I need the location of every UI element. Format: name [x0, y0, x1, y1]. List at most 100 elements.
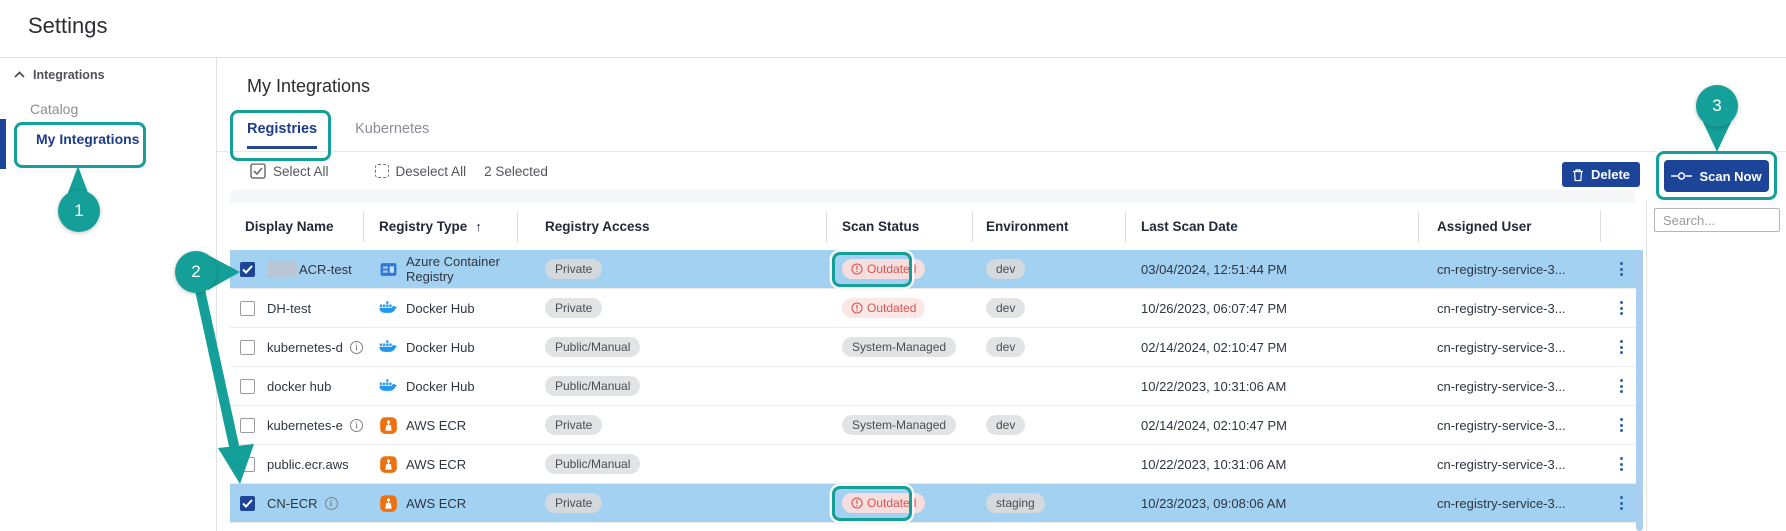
cell-environment: dev [972, 289, 1125, 327]
info-icon[interactable]: i [350, 419, 363, 432]
last-scan-date: 03/04/2024, 12:51:44 PM [1141, 262, 1287, 277]
kebab-menu-icon[interactable] [1614, 258, 1629, 280]
table-row[interactable]: ACR-testAzure Container RegistryPrivateO… [230, 250, 1643, 289]
cell-scan-status [826, 445, 972, 483]
col-header-registry-type[interactable]: Registry Type↑ [363, 203, 517, 250]
last-scan-date: 10/26/2023, 06:07:47 PM [1141, 301, 1287, 316]
cell-scan-status: Outdated [826, 289, 972, 327]
display-name: kubernetes-ecr... [267, 418, 343, 433]
chevron-up-icon [14, 71, 25, 79]
table-row[interactable]: CN-ECRiAWS ECRPrivateOutdatedstaging10/2… [230, 484, 1643, 523]
registry-type-label: AWS ECR [406, 457, 466, 472]
delete-button[interactable]: Delete [1562, 162, 1640, 187]
col-header-display-name[interactable]: Display Name [230, 203, 363, 250]
scan-now-button[interactable]: Scan Now [1664, 160, 1769, 192]
cell-assigned-user: cn-registry-service-3... [1418, 289, 1600, 327]
row-checkbox[interactable] [240, 379, 255, 394]
cell-environment: dev [972, 250, 1125, 288]
table-body: ACR-testAzure Container RegistryPrivateO… [230, 250, 1643, 523]
kebab-menu-icon[interactable] [1614, 375, 1629, 397]
col-header-assigned-user[interactable]: Assigned User [1418, 203, 1600, 250]
docker-icon [379, 338, 398, 357]
cell-registry-type: Docker Hub [363, 328, 517, 366]
delete-label: Delete [1591, 167, 1630, 182]
row-checkbox[interactable] [240, 262, 255, 277]
sidebar-active-indicator [0, 119, 6, 169]
search-input[interactable] [1654, 208, 1780, 232]
table-row[interactable]: docker hubDocker HubPublic/Manual10/22/2… [230, 367, 1643, 406]
environment-badge: dev [986, 415, 1025, 435]
deselect-all-button[interactable]: Deselect All [375, 164, 467, 179]
display-name: public.ecr.aws [267, 457, 349, 472]
scan-status-outdated-badge: Outdated [842, 298, 925, 318]
outdated-icon [851, 263, 863, 275]
tab-registries[interactable]: Registries [247, 121, 317, 149]
kebab-menu-icon[interactable] [1614, 414, 1629, 436]
deselect-all-icon [375, 164, 389, 178]
cell-scan-status: Outdated [826, 484, 972, 522]
scan-now-label: Scan Now [1699, 169, 1761, 184]
registry-type-label: Docker Hub [406, 340, 475, 355]
row-checkbox[interactable] [240, 301, 255, 316]
row-checkbox[interactable] [240, 457, 255, 472]
col-header-actions [1600, 203, 1643, 250]
sort-asc-icon[interactable]: ↑ [475, 219, 482, 234]
table-row[interactable]: kubernetes-do...iDocker HubPublic/Manual… [230, 328, 1643, 367]
display-name: docker hub [267, 379, 331, 394]
tab-kubernetes[interactable]: Kubernetes [355, 121, 429, 149]
sidebar-item-my-integrations[interactable]: My Integrations [36, 131, 139, 147]
kebab-menu-icon[interactable] [1614, 336, 1629, 358]
cell-registry-type: Azure Container Registry [363, 250, 517, 288]
cell-scan-status: System-Managed [826, 328, 972, 366]
deselect-all-label: Deselect All [396, 164, 467, 179]
col-header-environment[interactable]: Environment [972, 203, 1125, 250]
info-icon[interactable]: i [350, 341, 363, 354]
cell-display-name: kubernetes-ecr... i [230, 406, 363, 444]
callout-step-3: 3 [1696, 85, 1738, 127]
display-name: ACR-test [299, 262, 352, 277]
cell-last-scan-date: 10/22/2023, 10:31:06 AM [1125, 445, 1418, 483]
environment-badge: staging [986, 493, 1045, 513]
registry-type-label: AWS ECR [406, 496, 466, 511]
sidebar-section-integrations[interactable]: Integrations [14, 68, 105, 82]
cell-scan-status: Outdated [826, 250, 972, 288]
row-checkbox[interactable] [240, 496, 255, 511]
cell-registry-access: Public/Manual [517, 445, 826, 483]
col-header-scan-status[interactable]: Scan Status [826, 203, 972, 250]
cell-registry-type: AWS ECR [363, 484, 517, 522]
table-row[interactable]: kubernetes-ecr...iAWS ECRPrivateSystem-M… [230, 406, 1643, 445]
select-all-label: Select All [273, 164, 329, 179]
cell-environment: dev [972, 406, 1125, 444]
table-row[interactable]: DH-testDocker HubPrivateOutdateddev10/26… [230, 289, 1643, 328]
vertical-scrollbar[interactable] [1636, 252, 1643, 531]
last-scan-date: 10/22/2023, 10:31:06 AM [1141, 379, 1286, 394]
col-header-last-scan-date[interactable]: Last Scan Date [1125, 203, 1418, 250]
tab-bar: Registries Kubernetes [247, 121, 429, 149]
row-checkbox[interactable] [240, 340, 255, 355]
redacted-text [267, 261, 297, 278]
info-icon[interactable]: i [325, 497, 338, 510]
page-title: Settings [28, 13, 108, 39]
cell-registry-type: AWS ECR [363, 406, 517, 444]
select-all-button[interactable]: Select All [250, 163, 329, 179]
kebab-menu-icon[interactable] [1614, 453, 1629, 475]
registry-type-label: Docker Hub [406, 301, 475, 316]
last-scan-date: 02/14/2024, 02:10:47 PM [1141, 340, 1287, 355]
table-top-band [230, 190, 1635, 203]
assigned-user: cn-registry-service-3... [1437, 379, 1566, 394]
kebab-menu-icon[interactable] [1614, 297, 1629, 319]
section-heading: My Integrations [247, 76, 370, 97]
cell-registry-type: AWS ECR [363, 445, 517, 483]
cell-environment: dev [972, 328, 1125, 366]
select-all-checkbox-icon [250, 163, 266, 179]
row-checkbox[interactable] [240, 418, 255, 433]
col-header-registry-access[interactable]: Registry Access [517, 203, 826, 250]
display-name: kubernetes-do... [267, 340, 343, 355]
kebab-menu-icon[interactable] [1614, 492, 1629, 514]
table-row[interactable]: public.ecr.aws AWS ECR Public/Manual 10/22/… [230, 445, 1643, 484]
cell-display-name: ACR-test [230, 250, 363, 288]
callout-step-2: 2 [175, 251, 217, 293]
sidebar-section-label: Integrations [33, 68, 105, 82]
tabs-underline [217, 151, 1786, 152]
sidebar-item-catalog[interactable]: Catalog [30, 101, 78, 117]
